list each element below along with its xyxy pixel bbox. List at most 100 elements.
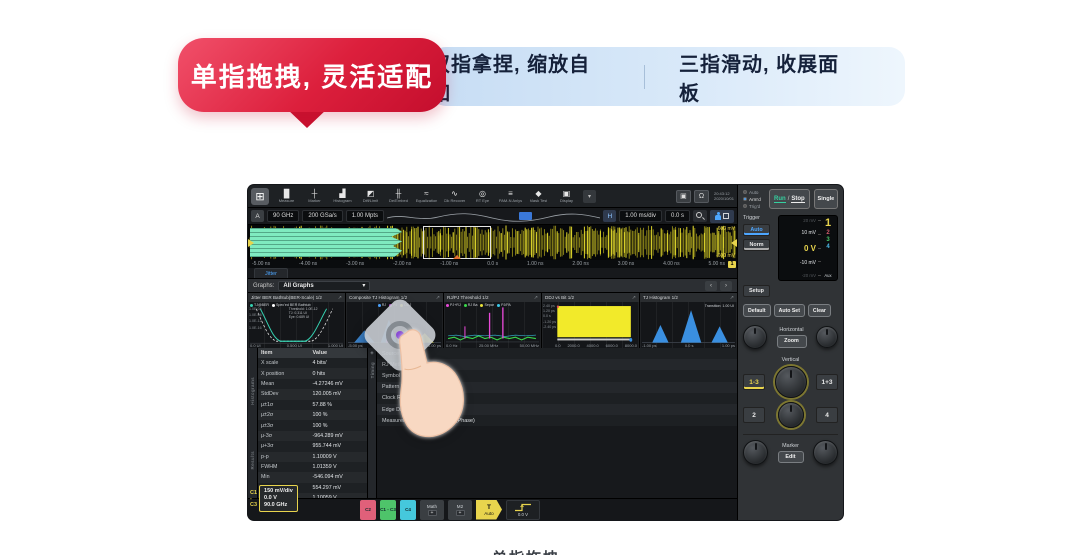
table-row[interactable]: μ-3σ -964.289 mV: [258, 431, 367, 441]
channel-tab[interactable]: C4: [400, 500, 416, 520]
clear-button[interactable]: Clear: [808, 304, 831, 317]
bell-icon[interactable]: Ω: [694, 190, 709, 203]
graphs-select[interactable]: All Graphs ▾: [278, 281, 370, 291]
horizontal-h-button[interactable]: H: [603, 210, 616, 222]
memory-depth-field[interactable]: 1.00 Mpts: [346, 210, 384, 222]
channel-scale-box[interactable]: 150 mV/div 0.0 V 90.0 GHz: [259, 485, 298, 512]
channel-number[interactable]: 4: [826, 244, 829, 250]
toolbar-button[interactable]: ◆ Mask Test: [525, 186, 552, 207]
table-row[interactable]: μ±3σ 100 %: [258, 420, 367, 430]
expand-icon[interactable]: ↗: [436, 295, 440, 301]
toolbar-button[interactable]: ∿ Clk Recover: [441, 186, 468, 207]
diamond-icon[interactable]: ◈: [370, 350, 373, 356]
channel-a-button[interactable]: A: [251, 210, 264, 222]
channel-1plus3-button[interactable]: 1+3: [816, 374, 838, 390]
trigger-edge-box[interactable]: 0.0 V: [506, 500, 540, 520]
search-zoom-button[interactable]: [693, 210, 707, 222]
trigger-auto-button[interactable]: Auto: [743, 224, 770, 236]
status-radio[interactable]: Auto: [743, 190, 769, 195]
tab-jitter[interactable]: Jitter: [254, 268, 288, 278]
apps-grid-button[interactable]: ⊞: [251, 188, 269, 205]
waveform-plot[interactable]: 600 mV -600 mV: [248, 225, 737, 260]
expand-icon[interactable]: ↗: [534, 295, 538, 301]
horizontal-scale-knob[interactable]: [816, 326, 838, 348]
channel-tab[interactable]: C2: [360, 500, 376, 520]
table-row[interactable]: μ±1σ 57.88 %: [258, 400, 367, 410]
table-row[interactable]: FWHM 1.01359 V: [258, 462, 367, 472]
channel-number[interactable]: 1: [825, 218, 831, 229]
channel-1-3-button[interactable]: 1-3: [743, 374, 765, 390]
expand-icon[interactable]: ↗: [730, 295, 734, 301]
status-radio[interactable]: Arm'd: [743, 197, 769, 202]
trigger-norm-button[interactable]: Norm: [743, 239, 770, 251]
source-row[interactable]: Symbol Rate: [377, 370, 737, 381]
source-row[interactable]: Pattern Length: [377, 382, 737, 393]
main-waveform-area[interactable]: 600 mV -600 mV -5.00 ns-4.00 ns-3.00 ns-…: [248, 225, 737, 268]
channel-number[interactable]: 3: [826, 237, 829, 243]
panel-tj-histogram[interactable]: TJ Histogram 1/2 ↗ Transition: 1.00 UI: [640, 293, 737, 348]
toolbar-button[interactable]: ◎ RT Eye: [469, 186, 496, 207]
timebase-field[interactable]: 1.00 ms/div: [619, 210, 662, 222]
preview-zoom-region[interactable]: [519, 212, 532, 220]
panel-composite-histogram[interactable]: Composite TJ Histogram 1/2 ↗ RJPJDDJ: [346, 293, 443, 348]
vertical-scale-knob-1[interactable]: [775, 366, 807, 398]
graphs-prev-button[interactable]: ‹: [705, 281, 717, 291]
toolbar-more-caret[interactable]: ▾: [583, 190, 596, 203]
marker-a-knob[interactable]: [743, 440, 768, 465]
add-math-button[interactable]: +: [456, 510, 465, 516]
source-row[interactable]: Clock Recovery First: [377, 393, 737, 404]
trigger-tag[interactable]: T Auto: [476, 500, 502, 520]
screen-icon[interactable]: ▣: [676, 190, 691, 203]
marker-b-knob[interactable]: [813, 440, 838, 465]
user-display-button[interactable]: [710, 210, 734, 223]
source-row[interactable]: Measurement TIE (Phase): [377, 415, 737, 426]
table-row[interactable]: Mean -4.27246 mV: [258, 379, 367, 389]
table-row[interactable]: μ+3σ 955.744 mV: [258, 441, 367, 451]
panel-rj-pj-threshold[interactable]: RJ/PJ Threshold 1/2 ↗ PJ+RJRJ BaSeparPJ/…: [444, 293, 541, 348]
sample-rate-field[interactable]: 200 GSa/s: [302, 210, 342, 222]
marker-edit-button[interactable]: Edit: [778, 451, 804, 463]
math-tile[interactable]: M2 +: [448, 500, 472, 520]
channel-tab[interactable]: C1 - C3: [380, 500, 396, 520]
table-row[interactable]: X scale 4 bits/: [258, 358, 367, 368]
toolbar-button[interactable]: ▣ Display: [553, 186, 580, 207]
toolbar-button[interactable]: ┼ Marker: [301, 186, 328, 207]
table-row[interactable]: Min -546.094 mV: [258, 472, 367, 482]
default-button[interactable]: Default: [743, 304, 771, 317]
zoom-button[interactable]: Zoom: [777, 335, 807, 348]
channel-2-button[interactable]: 2: [743, 407, 765, 423]
table-row[interactable]: StdDev 120.005 mV: [258, 389, 367, 399]
h-position-field[interactable]: 0.0 s: [665, 210, 690, 222]
graphs-next-button[interactable]: ›: [720, 281, 732, 291]
panel-ber-bathtub[interactable]: Jitter BER Bathtub(BER-Scale) 1/2 ↗ TJ@B…: [248, 293, 345, 348]
vertical-scale-knob-2[interactable]: [778, 402, 804, 428]
bandwidth-field[interactable]: 90 GHz: [267, 210, 299, 222]
toolbar-button[interactable]: ≡ PAM-N Anlys: [497, 186, 524, 207]
horizontal-position-knob[interactable]: [743, 325, 767, 349]
add-math-button[interactable]: +: [428, 510, 437, 516]
single-button[interactable]: Single: [814, 189, 838, 209]
toolbar-button[interactable]: ◩ Diff/Limit: [357, 186, 384, 207]
side-tab-histograms[interactable]: Histograms: [250, 377, 255, 405]
table-row[interactable]: μ±2σ 100 %: [258, 410, 367, 420]
math-tile[interactable]: Math +: [420, 500, 444, 520]
autoset-button[interactable]: Auto Set: [774, 304, 805, 317]
toolbar-button[interactable]: ╫ De/Embed: [385, 186, 412, 207]
expand-icon[interactable]: ↗: [632, 295, 636, 301]
side-tab-results[interactable]: Results: [250, 451, 255, 470]
panel-ddj-vs-bit[interactable]: DDJ vs Bit 1/2 ↗ 2.40 ps1.20 ps0.0 s-1.2…: [542, 293, 639, 348]
status-radio[interactable]: Trig'd: [743, 204, 769, 209]
table-row[interactable]: p-p 1.10009 V: [258, 452, 367, 462]
table-row[interactable]: X position 0 hits: [258, 368, 367, 378]
waveform-preview-strip[interactable]: [387, 210, 600, 223]
trigger-setup-button[interactable]: Setup: [743, 285, 770, 297]
source-row[interactable]: Edge Direction Both: [377, 404, 737, 415]
source-row[interactable]: Source: [377, 348, 737, 359]
expand-icon[interactable]: ↗: [338, 295, 342, 301]
run-stop-button[interactable]: Run / Stop: [769, 189, 810, 209]
source-row[interactable]: RJ Method: [377, 359, 737, 370]
toolbar-button[interactable]: ▟ Histogram: [329, 186, 356, 207]
side-tab-timing[interactable]: Timing: [370, 362, 375, 378]
toolbar-button[interactable]: ▐▌ Measure: [273, 186, 300, 207]
channel-4-button[interactable]: 4: [816, 407, 838, 423]
